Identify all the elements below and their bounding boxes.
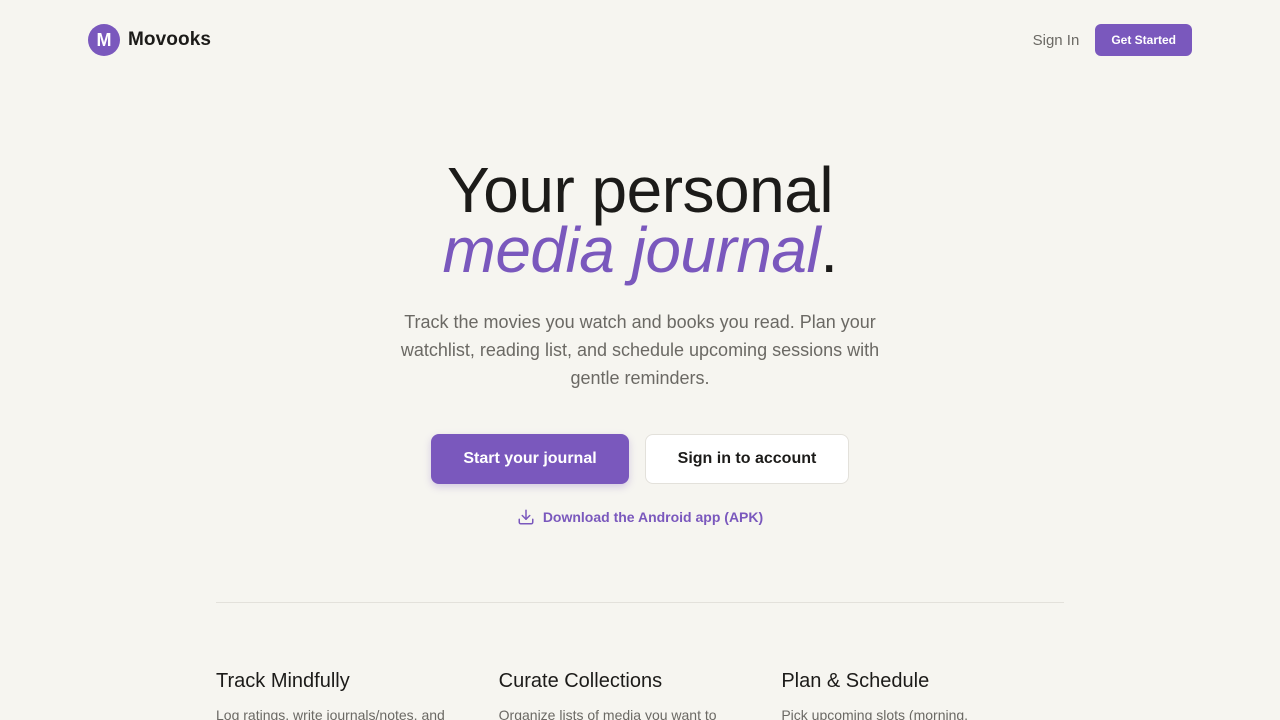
feature-card: Curate Collections Organize lists of med…: [499, 668, 782, 720]
features-grid: Track Mindfully Log ratings, write journ…: [216, 668, 1064, 720]
hero-section: Your personal media journal. Track the m…: [0, 158, 1280, 526]
get-started-button[interactable]: Get Started: [1095, 24, 1192, 56]
hero-title-line2: media journal.: [443, 218, 839, 282]
start-journal-button[interactable]: Start your journal: [431, 434, 629, 484]
section-divider: [216, 602, 1064, 603]
download-apk-link[interactable]: Download the Android app (APK): [517, 508, 763, 526]
feature-card: Track Mindfully Log ratings, write journ…: [216, 668, 499, 720]
hero-title-accent: media journal: [442, 214, 821, 286]
feature-card: Plan & Schedule Pick upcoming slots (mor…: [781, 668, 1064, 720]
feature-title: Plan & Schedule: [781, 670, 930, 692]
hero-subtitle: Track the movies you watch and books you…: [400, 312, 880, 388]
feature-description: Organize lists of media you want to: [498, 707, 717, 720]
hero-title-period: .: [820, 214, 838, 286]
feature-description: Pick upcoming slots (morning,: [781, 707, 969, 720]
logo-letter: M: [96, 29, 112, 50]
feature-title: Track Mindfully: [216, 670, 350, 692]
logo-badge: M: [88, 24, 120, 56]
header-actions: Sign In Get Started: [1033, 24, 1192, 56]
feature-description: Log ratings, write journals/notes, and: [216, 707, 445, 720]
brand[interactable]: M Movooks: [88, 24, 211, 56]
sign-in-link[interactable]: Sign In: [1033, 32, 1080, 49]
sign-in-account-button[interactable]: Sign in to account: [645, 434, 849, 484]
download-link-label: Download the Android app (APK): [542, 509, 764, 525]
cta-row: Start your journal Sign in to account: [431, 434, 849, 484]
top-nav: M Movooks Sign In Get Started: [88, 24, 1192, 56]
brand-name: Movooks: [128, 29, 212, 50]
landing-page: M Movooks Sign In Get Started Your perso…: [0, 0, 1280, 720]
hero-title-line1: Your personal: [446, 154, 834, 226]
download-icon: [518, 509, 534, 525]
feature-title: Curate Collections: [498, 670, 663, 692]
